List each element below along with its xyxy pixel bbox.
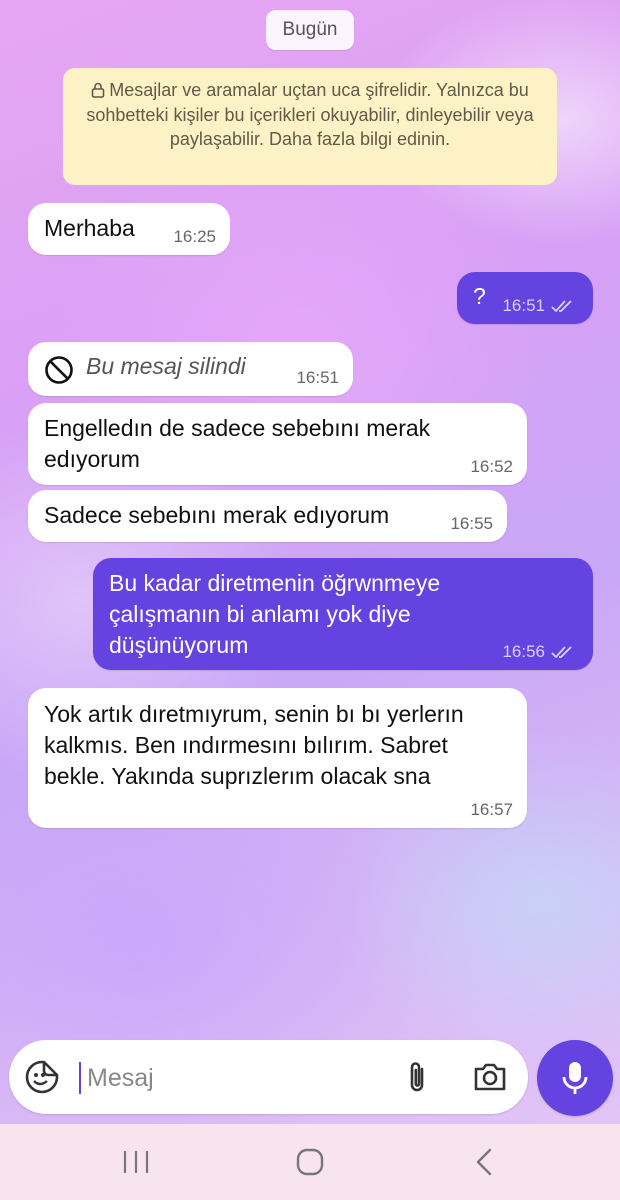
message-time: 16:51 (502, 296, 575, 316)
message-bubble-outgoing[interactable]: ? 16:51 (457, 272, 593, 324)
message-time: 16:56 (502, 642, 575, 662)
recent-apps-icon[interactable] (96, 1124, 176, 1200)
message-text: Sadece sebebını merak edıyorum (44, 502, 390, 528)
back-icon[interactable] (444, 1124, 524, 1200)
encryption-notice[interactable]: Mesajlar ve aramalar uçtan uca şifrelidi… (63, 68, 557, 185)
message-text: Engelledın de sadece sebebını merak edıy… (44, 415, 431, 472)
attach-icon[interactable] (399, 1058, 435, 1096)
mic-icon (562, 1062, 588, 1094)
message-input[interactable] (79, 1062, 387, 1094)
message-bubble-incoming[interactable]: Yok artık dıretmıyrum, senin bı bı yerle… (28, 688, 527, 828)
navigation-bar (0, 1124, 620, 1200)
message-bubble-incoming-deleted[interactable]: Bu mesaj silindi 16:51 (28, 342, 353, 396)
message-bubble-incoming[interactable]: Merhaba 16:25 (28, 203, 230, 255)
message-bubble-incoming[interactable]: Engelledın de sadece sebebını merak edıy… (28, 403, 527, 485)
voice-message-button[interactable] (537, 1040, 613, 1116)
lock-icon (91, 82, 105, 98)
message-time: 16:51 (296, 368, 339, 387)
message-time: 16:55 (450, 514, 493, 533)
date-separator: Bugün (266, 10, 354, 50)
message-text: Yok artık dıretmıyrum, senin bı bı yerle… (44, 701, 464, 789)
encryption-notice-text: Mesajlar ve aramalar uçtan uca şifrelidi… (86, 80, 534, 149)
double-check-icon (551, 646, 572, 659)
sticker-icon[interactable] (23, 1058, 61, 1096)
message-bubble-outgoing[interactable]: Bu kadar diretmenin öğrwnmeye çalışmanın… (93, 558, 593, 670)
double-check-icon (551, 300, 572, 313)
message-composer (9, 1040, 528, 1114)
message-bubble-incoming[interactable]: Sadece sebebını merak edıyorum 16:55 (28, 490, 507, 542)
message-time: 16:25 (173, 227, 216, 246)
deleted-icon (45, 356, 73, 384)
camera-icon[interactable] (470, 1058, 510, 1096)
message-time: 16:52 (470, 457, 513, 476)
message-text: Bu kadar diretmenin öğrwnmeye çalışmanın… (109, 570, 441, 658)
home-icon[interactable] (270, 1124, 350, 1200)
message-time: 16:57 (470, 800, 513, 819)
